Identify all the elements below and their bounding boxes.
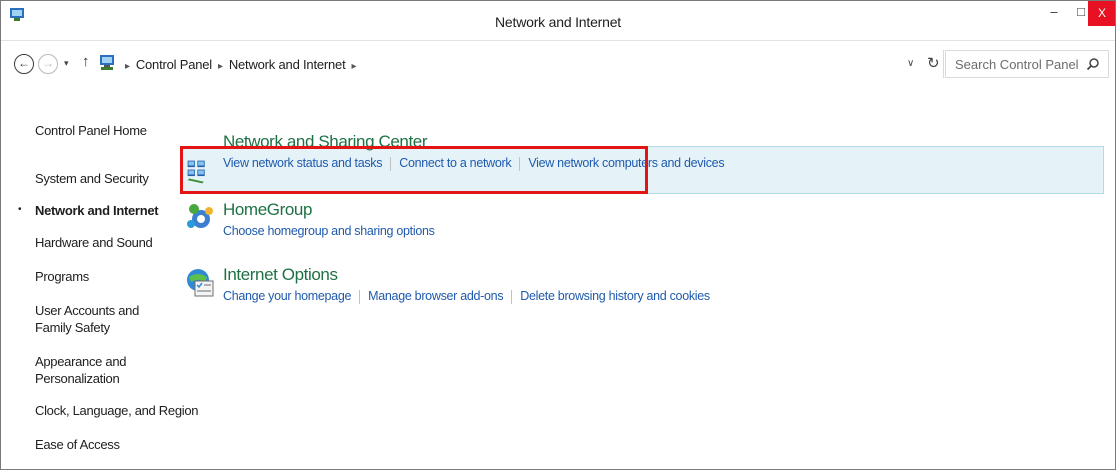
forward-button[interactable]: → <box>38 54 58 74</box>
refresh-button[interactable]: ↻ <box>927 54 940 72</box>
category-links-homegroup: Choose homegroup and sharing options <box>223 224 435 238</box>
address-bar: ← → ▾ ↑ ▸ Control Panel ▸ Network and Inter… <box>1 42 1115 92</box>
annotation-red-box <box>180 146 648 194</box>
sidebar-item-hardware-and-sound[interactable]: Hardware and Sound <box>35 234 153 251</box>
sidebar-item-appearance[interactable]: Appearance and Personalization <box>35 353 135 387</box>
sidebar-item-programs[interactable]: Programs <box>35 268 89 285</box>
breadcrumb-network-and-internet[interactable]: Network and Internet <box>229 57 346 72</box>
homegroup-icon <box>187 204 213 228</box>
address-divider <box>943 50 944 78</box>
control-panel-icon[interactable] <box>98 54 116 72</box>
search-icon[interactable] <box>1086 57 1100 71</box>
minimize-button[interactable]: – <box>1040 1 1068 26</box>
up-button[interactable]: ↑ <box>82 53 90 70</box>
link-divider <box>359 289 361 304</box>
window-title: Network and Internet <box>495 14 621 30</box>
link-manage-addons[interactable]: Manage browser add-ons <box>368 289 503 303</box>
breadcrumb-separator[interactable]: ▸ <box>125 61 130 72</box>
back-button[interactable]: ← <box>14 54 34 74</box>
category-title-internet-options[interactable]: Internet Options <box>223 265 338 285</box>
link-delete-history[interactable]: Delete browsing history and cookies <box>520 289 710 303</box>
breadcrumb: ▸ Control Panel ▸ Network and Internet ▸ <box>119 57 362 72</box>
address-dropdown-button[interactable]: ∨ <box>907 58 914 69</box>
sidebar-item-network-and-internet[interactable]: Network and Internet <box>35 202 159 219</box>
active-bullet: • <box>18 204 22 215</box>
link-choose-homegroup[interactable]: Choose homegroup and sharing options <box>223 224 435 238</box>
breadcrumb-separator[interactable]: ▸ <box>218 61 223 72</box>
search-input[interactable] <box>955 57 1085 72</box>
sidebar-item-clock-language-region[interactable]: Clock, Language, and Region <box>35 402 199 419</box>
title-bar[interactable]: Network and Internet – □ X <box>1 1 1115 41</box>
breadcrumb-control-panel[interactable]: Control Panel <box>136 57 212 72</box>
link-divider <box>511 289 513 304</box>
link-change-homepage[interactable]: Change your homepage <box>223 289 351 303</box>
breadcrumb-separator[interactable]: ▸ <box>352 61 357 72</box>
category-title-homegroup[interactable]: HomeGroup <box>223 200 312 220</box>
sidebar-item-control-panel-home[interactable]: Control Panel Home <box>35 122 147 139</box>
internet-options-icon <box>187 269 214 297</box>
control-panel-window: Network and Internet – □ X ← → ▾ ↑ ▸ Cont… <box>0 0 1116 470</box>
recent-locations-button[interactable]: ▾ <box>64 58 69 69</box>
sidebar-item-user-accounts[interactable]: User Accounts and Family Safety <box>35 302 160 336</box>
sidebar-item-ease-of-access[interactable]: Ease of Access <box>35 436 120 453</box>
category-links-internet-options: Change your homepage Manage browser add-o… <box>223 289 710 304</box>
search-box[interactable] <box>945 50 1109 78</box>
sidebar-item-system-and-security[interactable]: System and Security <box>35 170 149 187</box>
close-button[interactable]: X <box>1088 1 1115 26</box>
